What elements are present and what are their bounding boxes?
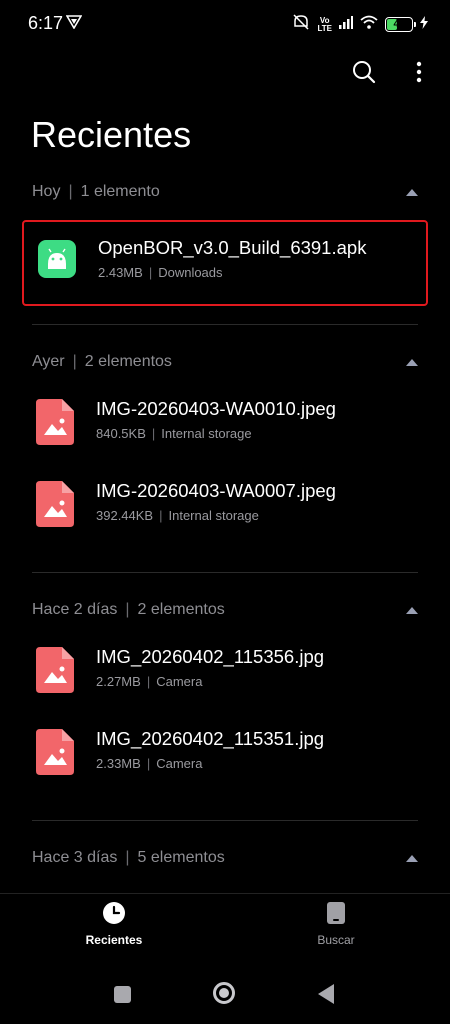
file-size: 840.5KB bbox=[96, 426, 146, 441]
section-count: 2 elementos bbox=[84, 353, 172, 370]
image-file-icon bbox=[36, 729, 74, 780]
section-header-ayer[interactable]: Ayer | 2 elementos bbox=[32, 350, 418, 374]
back-icon[interactable] bbox=[318, 984, 334, 1004]
mute-icon bbox=[292, 14, 310, 35]
list-item[interactable]: IMG_20260402_115356.jpg 2.27MB | Camera bbox=[22, 631, 428, 717]
file-location: Camera bbox=[156, 674, 203, 689]
battery-icon: 47 bbox=[385, 17, 416, 32]
file-location: Internal storage bbox=[161, 426, 252, 441]
file-meta: 392.44KB | Internal storage bbox=[96, 508, 259, 523]
section-divider bbox=[32, 820, 418, 821]
status-time: 6:17 bbox=[28, 13, 64, 33]
collapse-caret-icon[interactable] bbox=[406, 358, 418, 366]
section-label: Hoy bbox=[32, 183, 61, 200]
file-name: OpenBOR_v3.0_Build_6391.apk bbox=[98, 237, 367, 258]
file-size: 392.44KB bbox=[96, 508, 154, 523]
section-label: Hace 3 días bbox=[32, 849, 118, 866]
collapse-caret-icon[interactable] bbox=[406, 188, 418, 196]
top-actions bbox=[352, 60, 422, 89]
image-file-icon bbox=[36, 399, 74, 450]
file-location: Downloads bbox=[158, 265, 223, 280]
battery-level: 47 bbox=[393, 19, 405, 30]
section-count: 2 elementos bbox=[137, 601, 225, 618]
more-vertical-icon[interactable] bbox=[416, 61, 422, 88]
clock-icon bbox=[103, 902, 125, 928]
collapse-caret-icon[interactable] bbox=[406, 854, 418, 862]
image-file-icon bbox=[36, 481, 74, 532]
collapse-caret-icon[interactable] bbox=[406, 606, 418, 614]
recent-apps-icon[interactable] bbox=[114, 986, 131, 1003]
section-divider bbox=[32, 572, 418, 573]
file-size: 2.33MB bbox=[96, 756, 141, 771]
list-item[interactable]: OpenBOR_v3.0_Build_6391.apk 2.43MB | Downl… bbox=[22, 220, 428, 306]
nav-label-buscar: Buscar bbox=[317, 933, 355, 947]
section-header-hace-2-dias[interactable]: Hace 2 días | 2 elementos bbox=[32, 598, 418, 622]
section-label: Hace 2 días bbox=[32, 601, 118, 618]
file-meta: 2.43MB | Downloads bbox=[98, 265, 223, 280]
system-navigation-bar bbox=[0, 968, 450, 1024]
file-meta: 2.27MB | Camera bbox=[96, 674, 203, 689]
phone-icon bbox=[327, 902, 345, 928]
section-divider bbox=[32, 324, 418, 325]
section-count: 1 elemento bbox=[80, 183, 160, 200]
file-size: 2.43MB bbox=[98, 265, 143, 280]
file-size: 2.27MB bbox=[96, 674, 141, 689]
list-item[interactable]: IMG_20260402_115351.jpg 2.33MB | Camera bbox=[22, 713, 428, 799]
list-item[interactable]: IMG-20260403-WA0007.jpeg 392.44KB | Intern… bbox=[22, 465, 428, 551]
image-file-icon bbox=[36, 647, 74, 698]
bottom-navigation: Recientes Buscar bbox=[0, 893, 450, 962]
file-name: IMG-20260403-WA0007.jpeg bbox=[96, 480, 336, 501]
file-location: Internal storage bbox=[168, 508, 259, 523]
file-location: Camera bbox=[156, 756, 203, 771]
signal-icon bbox=[339, 15, 353, 34]
section-header-hoy[interactable]: Hoy | 1 elemento bbox=[32, 180, 418, 204]
section-label: Ayer bbox=[32, 353, 65, 370]
file-name: IMG_20260402_115356.jpg bbox=[96, 646, 325, 667]
file-name: IMG-20260403-WA0010.jpeg bbox=[96, 398, 336, 419]
page-title: Recientes bbox=[31, 114, 192, 155]
nav-label-recientes: Recientes bbox=[85, 933, 143, 947]
section-count: 5 elementos bbox=[137, 849, 225, 866]
list-item[interactable]: IMG-20260403-WA0010.jpeg 840.5KB | Interna… bbox=[22, 383, 428, 469]
home-icon[interactable] bbox=[213, 982, 235, 1004]
nav-tab-recientes[interactable]: Recientes bbox=[54, 902, 174, 947]
charging-icon bbox=[420, 15, 428, 34]
android-apk-icon bbox=[38, 240, 76, 283]
file-meta: 840.5KB | Internal storage bbox=[96, 426, 252, 441]
vpn-icon bbox=[65, 15, 83, 34]
section-header-hace-3-dias[interactable]: Hace 3 días | 5 elementos bbox=[32, 846, 418, 870]
nav-tab-buscar[interactable]: Buscar bbox=[276, 902, 396, 947]
search-icon[interactable] bbox=[352, 60, 376, 89]
volte-icon: Vo LTE bbox=[317, 15, 332, 33]
file-name: IMG_20260402_115351.jpg bbox=[96, 728, 325, 749]
file-meta: 2.33MB | Camera bbox=[96, 756, 203, 771]
status-bar: 6:17 Vo LTE 47 bbox=[0, 0, 450, 48]
wifi-icon bbox=[360, 15, 378, 34]
